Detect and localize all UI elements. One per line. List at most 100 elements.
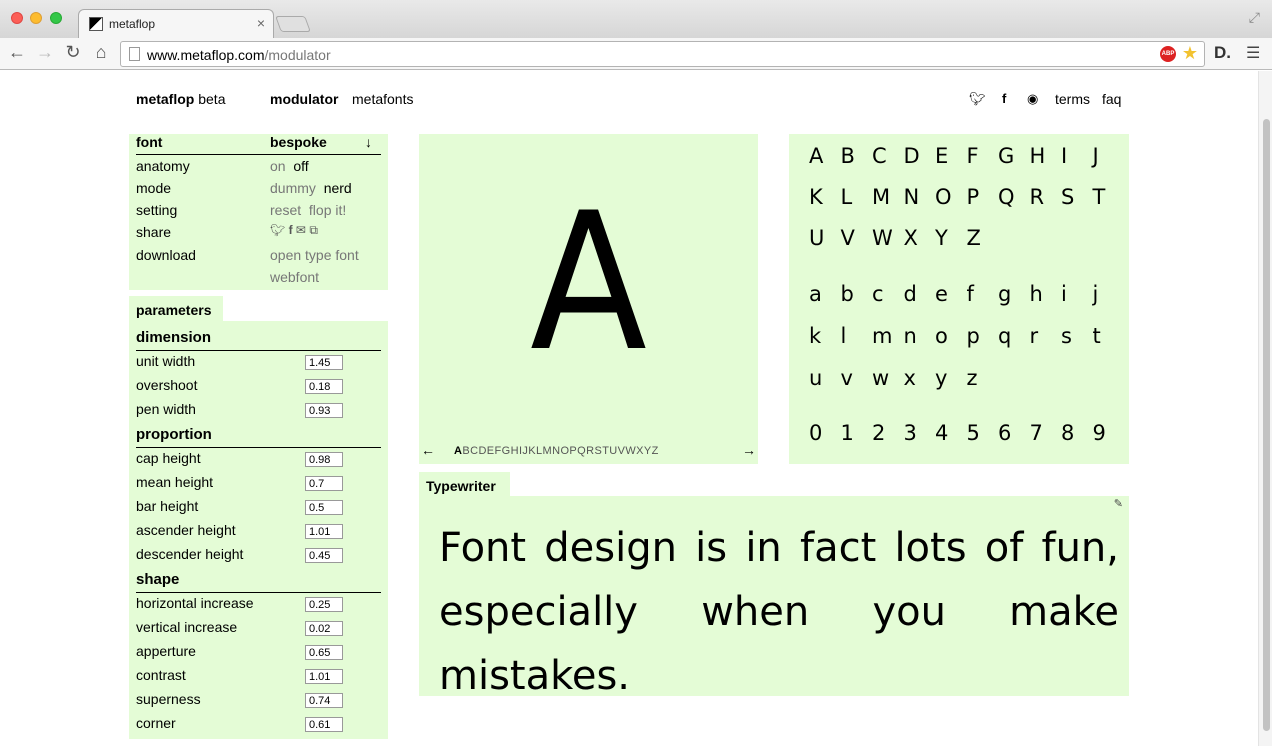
glyph-cell[interactable]: w	[872, 366, 904, 390]
tab-typewriter[interactable]: Typewriter	[419, 472, 510, 498]
glyph-cell[interactable]: D	[904, 144, 936, 168]
url-text[interactable]: www.metaflop.com/modulator	[147, 47, 331, 63]
scrollbar-thumb[interactable]	[1263, 119, 1270, 731]
param-input[interactable]	[305, 621, 343, 636]
minimize-window-button[interactable]	[30, 12, 42, 24]
param-input[interactable]	[305, 476, 343, 491]
glyph-cell[interactable]: K	[809, 185, 841, 209]
download-otf-link[interactable]: open type font	[270, 247, 359, 263]
edit-pencil-icon[interactable]: ✎	[1114, 497, 1123, 510]
share-facebook-icon[interactable]: f	[289, 223, 293, 237]
glyph-cell[interactable]: v	[841, 366, 873, 390]
bookmark-star-icon[interactable]: ★	[1182, 43, 1198, 64]
fullscreen-icon[interactable]: ⤢	[1249, 9, 1260, 26]
glyph-cell[interactable]: x	[904, 366, 936, 390]
share-copy-icon[interactable]: ⧉	[309, 223, 318, 237]
glyph-cell[interactable]: N	[904, 185, 936, 209]
font-select-arrow-icon[interactable]: ↓	[365, 134, 372, 150]
param-input[interactable]	[305, 717, 343, 732]
glyph-cell[interactable]: o	[935, 324, 967, 348]
glyph-cell[interactable]: 9	[1093, 421, 1125, 445]
reset-button[interactable]: reset	[270, 202, 301, 218]
glyph-cell[interactable]: 2	[872, 421, 904, 445]
glyph-cell[interactable]: c	[872, 282, 904, 306]
glyph-cell[interactable]: S	[1061, 185, 1093, 209]
terms-link[interactable]: terms	[1055, 91, 1090, 107]
glyph-cell[interactable]: Z	[967, 226, 999, 250]
glyph-cell[interactable]: A	[809, 144, 841, 168]
glyph-cell[interactable]: M	[872, 185, 904, 209]
glyph-cell[interactable]: 6	[998, 421, 1030, 445]
param-input[interactable]	[305, 548, 343, 563]
glyph-cell[interactable]: z	[967, 366, 999, 390]
typewriter-text[interactable]: Font design is in fact lots of fun, espe…	[439, 516, 1119, 708]
tab-parameters[interactable]: parameters	[129, 296, 223, 322]
github-icon[interactable]: ◉	[1027, 91, 1038, 107]
flop-it-button[interactable]: flop it!	[309, 202, 346, 218]
new-tab-button[interactable]	[275, 16, 311, 32]
glyph-cell[interactable]: 8	[1061, 421, 1093, 445]
reload-icon[interactable]: ↻	[62, 42, 84, 63]
glyph-cell[interactable]: 0	[809, 421, 841, 445]
glyph-cell[interactable]: B	[841, 144, 873, 168]
share-twitter-icon[interactable]: 🐦︎	[270, 223, 285, 237]
glyph-cell[interactable]: n	[904, 324, 936, 348]
glyph-cell[interactable]: u	[809, 366, 841, 390]
site-logo[interactable]: metaflop beta	[136, 91, 225, 107]
glyph-cell[interactable]: k	[809, 324, 841, 348]
param-input[interactable]	[305, 403, 343, 418]
tab-close-icon[interactable]: ×	[257, 15, 265, 31]
glyph-cell[interactable]: J	[1093, 144, 1125, 168]
glyph-cell[interactable]: R	[1030, 185, 1062, 209]
browser-tab[interactable]: metaflop ×	[78, 9, 274, 39]
adblock-icon[interactable]: ABP	[1160, 46, 1176, 62]
glyph-cell[interactable]: I	[1061, 144, 1093, 168]
glyph-cell[interactable]: h	[1030, 282, 1062, 306]
anatomy-off-button[interactable]: off	[293, 158, 308, 174]
glyph-cell[interactable]: F	[967, 144, 999, 168]
menu-icon[interactable]: ☰	[1246, 43, 1260, 63]
glyph-cell[interactable]: H	[1030, 144, 1062, 168]
glyph-cell[interactable]: f	[967, 282, 999, 306]
nav-modulator[interactable]: modulator	[270, 91, 338, 107]
param-input[interactable]	[305, 379, 343, 394]
share-email-icon[interactable]: ✉	[296, 223, 306, 237]
param-input[interactable]	[305, 355, 343, 370]
glyph-cell[interactable]: y	[935, 366, 967, 390]
back-arrow-icon[interactable]: ←	[6, 42, 28, 63]
glyph-cell[interactable]: t	[1093, 324, 1125, 348]
nav-metafonts[interactable]: metafonts	[352, 91, 413, 107]
mode-dummy-button[interactable]: dummy	[270, 180, 316, 196]
glyph-cell[interactable]: j	[1093, 282, 1125, 306]
mode-nerd-button[interactable]: nerd	[324, 180, 352, 196]
glyph-cell[interactable]: T	[1093, 185, 1125, 209]
param-input[interactable]	[305, 669, 343, 684]
maximize-window-button[interactable]	[50, 12, 62, 24]
glyph-cell[interactable]: a	[809, 282, 841, 306]
glyph-cell[interactable]: q	[998, 324, 1030, 348]
twitter-icon[interactable]: 🐦︎	[969, 91, 986, 107]
scrollbar[interactable]	[1258, 71, 1272, 746]
home-icon[interactable]: ⌂	[90, 42, 112, 63]
param-input[interactable]	[305, 524, 343, 539]
glyph-cell[interactable]: X	[904, 226, 936, 250]
param-input[interactable]	[305, 597, 343, 612]
glyph-cell[interactable]: p	[967, 324, 999, 348]
glyph-cell[interactable]: Y	[935, 226, 967, 250]
anatomy-on-button[interactable]: on	[270, 158, 286, 174]
faq-link[interactable]: faq	[1102, 91, 1121, 107]
glyph-cell[interactable]: P	[967, 185, 999, 209]
glyph-cell[interactable]: V	[841, 226, 873, 250]
glyph-cell[interactable]: Q	[998, 185, 1030, 209]
glyph-cell[interactable]: e	[935, 282, 967, 306]
glyph-cell[interactable]: 5	[967, 421, 999, 445]
glyph-cell[interactable]: L	[841, 185, 873, 209]
glyph-cell[interactable]: C	[872, 144, 904, 168]
prev-glyph-arrow-icon[interactable]: ←	[421, 442, 435, 458]
glyph-cell[interactable]: 3	[904, 421, 936, 445]
glyph-cell[interactable]: l	[841, 324, 873, 348]
glyph-cell[interactable]: s	[1061, 324, 1093, 348]
glyph-cell[interactable]: 4	[935, 421, 967, 445]
param-input[interactable]	[305, 452, 343, 467]
param-input[interactable]	[305, 500, 343, 515]
